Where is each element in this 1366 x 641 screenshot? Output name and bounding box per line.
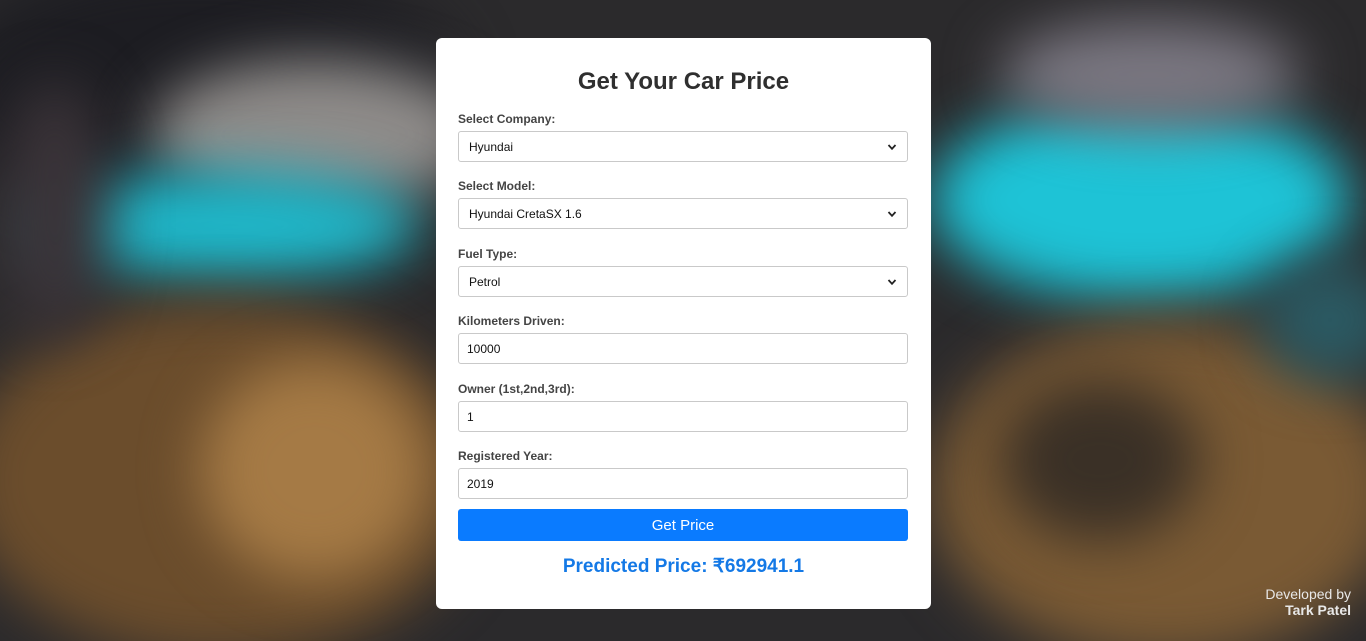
get-price-button[interactable]: Get Price xyxy=(458,509,908,541)
owner-field: Owner (1st,2nd,3rd): 1 xyxy=(458,382,908,432)
owner-input[interactable]: 1 xyxy=(458,401,908,432)
fuel-label: Fuel Type: xyxy=(458,247,518,261)
fuel-select[interactable]: Petrol xyxy=(458,266,908,297)
company-select[interactable]: Hyundai xyxy=(458,131,908,162)
kms-label: Kilometers Driven: xyxy=(458,314,565,328)
developed-by-text: Developed by xyxy=(1265,586,1351,602)
owner-input-value: 1 xyxy=(467,409,474,424)
company-label: Select Company: xyxy=(458,112,556,126)
chevron-down-icon xyxy=(887,278,897,285)
kms-field: Kilometers Driven: 10000 xyxy=(458,314,908,364)
model-select-value: Hyundai CretaSX 1.6 xyxy=(469,206,582,221)
kms-input[interactable]: 10000 xyxy=(458,333,908,364)
company-field: Select Company: Hyundai xyxy=(458,112,908,162)
developer-credit: Developed by Tark Patel xyxy=(1265,586,1351,618)
fuel-field: Fuel Type: Petrol xyxy=(458,247,908,297)
year-field: Registered Year: 2019 xyxy=(458,449,908,499)
chevron-down-icon xyxy=(887,210,897,217)
year-input[interactable]: 2019 xyxy=(458,468,908,499)
chevron-down-icon xyxy=(887,143,897,150)
page-title: Get Your Car Price xyxy=(577,68,790,95)
year-input-value: 2019 xyxy=(467,476,494,491)
kms-input-value: 10000 xyxy=(467,341,501,356)
company-select-value: Hyundai xyxy=(469,139,514,154)
author-name: Tark Patel xyxy=(1285,602,1351,618)
model-select[interactable]: Hyundai CretaSX 1.6 xyxy=(458,198,908,229)
fuel-select-value: Petrol xyxy=(469,274,501,289)
predicted-price: Predicted Price: ₹692941.1 xyxy=(562,556,805,577)
price-form-card: Get Your Car Price Select Company: Hyund… xyxy=(436,38,931,609)
year-label: Registered Year: xyxy=(458,449,553,463)
model-label: Select Model: xyxy=(458,179,536,193)
model-field: Select Model: Hyundai CretaSX 1.6 xyxy=(458,179,908,229)
owner-label: Owner (1st,2nd,3rd): xyxy=(458,382,575,396)
